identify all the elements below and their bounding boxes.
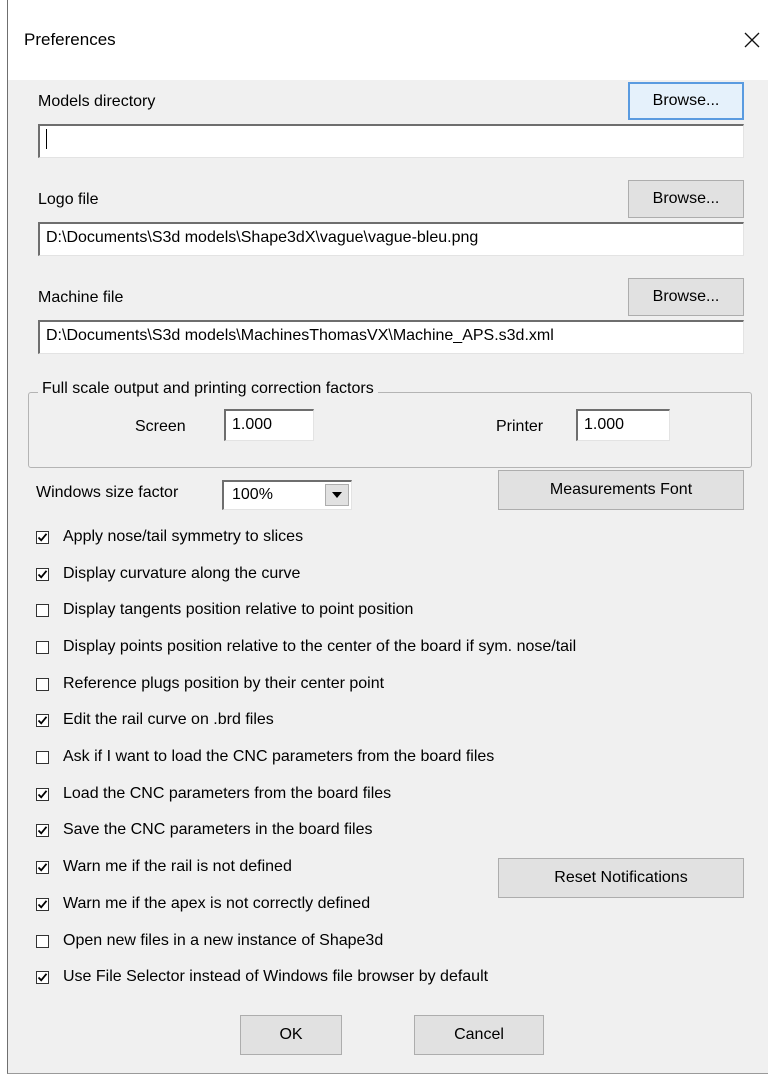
option-checkbox-row[interactable]: Warn me if the apex is not correctly def… <box>36 892 370 916</box>
option-label: Ask if I want to load the CNC parameters… <box>63 748 495 765</box>
models-browse-button[interactable]: Browse... <box>628 82 744 120</box>
windows-size-value: 100% <box>232 486 273 503</box>
option-checkbox-row[interactable]: Display curvature along the curve <box>36 562 300 586</box>
option-checkbox-row[interactable]: Reference plugs position by their center… <box>36 672 384 696</box>
screen-label: Screen <box>135 418 186 435</box>
checkbox[interactable] <box>36 713 49 727</box>
option-label: Reference plugs position by their center… <box>63 675 385 692</box>
option-label: Save the CNC parameters in the board fil… <box>63 821 373 838</box>
logo-file-input[interactable]: D:\Documents\S3d models\Shape3dX\vague\v… <box>38 222 744 256</box>
models-directory-input[interactable] <box>38 124 744 158</box>
close-button[interactable] <box>734 22 768 58</box>
checkmark-icon <box>37 899 48 909</box>
reset-notifications-button[interactable]: Reset Notifications <box>498 858 744 898</box>
checkmark-icon <box>37 825 48 835</box>
chevron-down-icon <box>332 492 342 498</box>
option-label: Warn me if the apex is not correctly def… <box>63 895 371 912</box>
checkmark-icon <box>37 569 48 579</box>
windows-size-select[interactable]: 100% <box>222 480 352 510</box>
option-label: Open new files in a new instance of Shap… <box>63 932 384 949</box>
option-label: Use File Selector instead of Windows fil… <box>63 968 489 985</box>
text-caret <box>46 128 47 149</box>
option-label: Edit the rail curve on .brd files <box>63 711 274 728</box>
close-icon <box>744 32 760 48</box>
option-checkbox-row[interactable]: Warn me if the rail is not defined <box>36 855 292 879</box>
option-checkbox-row[interactable]: Save the CNC parameters in the board fil… <box>36 818 372 842</box>
option-label: Display curvature along the curve <box>63 565 301 582</box>
logo-browse-button[interactable]: Browse... <box>628 180 744 218</box>
option-checkbox-row[interactable]: Display points position relative to the … <box>36 635 576 659</box>
option-checkbox-row[interactable]: Ask if I want to load the CNC parameters… <box>36 745 494 769</box>
checkbox[interactable] <box>36 897 49 911</box>
logo-file-value: D:\Documents\S3d models\Shape3dX\vague\v… <box>46 229 479 246</box>
checkmark-icon <box>37 862 48 872</box>
title-bar: Preferences <box>8 0 768 80</box>
checkmark-icon <box>37 532 48 542</box>
dropdown-arrow-button[interactable] <box>325 484 349 506</box>
option-checkbox-row[interactable]: Edit the rail curve on .brd files <box>36 708 274 732</box>
checkbox[interactable] <box>36 640 49 654</box>
checkmark-icon <box>37 715 48 725</box>
checkbox[interactable] <box>36 603 49 617</box>
measurements-font-button[interactable]: Measurements Font <box>498 470 744 510</box>
machine-file-input[interactable]: D:\Documents\S3d models\MachinesThomasVX… <box>38 320 744 354</box>
windows-size-label: Windows size factor <box>36 484 179 501</box>
printer-factor-input[interactable]: 1.000 <box>576 409 670 441</box>
checkmark-icon <box>37 972 48 982</box>
checkmark-icon <box>37 789 48 799</box>
dialog-title: Preferences <box>24 30 116 49</box>
logo-file-label: Logo file <box>38 191 99 208</box>
screen-factor-value: 1.000 <box>232 416 273 433</box>
option-label: Warn me if the rail is not defined <box>63 858 292 875</box>
checkbox[interactable] <box>36 823 49 837</box>
machine-file-label: Machine file <box>38 289 124 306</box>
option-label: Display points position relative to the … <box>63 638 577 655</box>
checkbox[interactable] <box>36 970 49 984</box>
option-checkbox-row[interactable]: Use File Selector instead of Windows fil… <box>36 965 488 989</box>
checkbox[interactable] <box>36 677 49 691</box>
models-directory-label: Models directory <box>38 93 156 110</box>
option-label: Load the CNC parameters from the board f… <box>63 785 392 802</box>
printer-factor-value: 1.000 <box>584 416 625 433</box>
printer-label: Printer <box>496 418 544 435</box>
ok-button[interactable]: OK <box>240 1015 342 1055</box>
option-checkbox-row[interactable]: Display tangents position relative to po… <box>36 598 413 622</box>
option-label: Apply nose/tail symmetry to slices <box>63 528 304 545</box>
machine-file-value: D:\Documents\S3d models\MachinesThomasVX… <box>46 327 554 344</box>
dialog-content: Models directory Browse... Logo file Bro… <box>8 80 768 1073</box>
checkbox[interactable] <box>36 934 49 948</box>
option-checkbox-row[interactable]: Load the CNC parameters from the board f… <box>36 782 391 806</box>
machine-browse-button[interactable]: Browse... <box>628 278 744 316</box>
correction-group-title: Full scale output and printing correctio… <box>38 380 378 398</box>
checkbox[interactable] <box>36 860 49 874</box>
checkbox[interactable] <box>36 530 49 544</box>
checkbox[interactable] <box>36 750 49 764</box>
screen-factor-input[interactable]: 1.000 <box>224 409 314 441</box>
option-checkbox-row[interactable]: Open new files in a new instance of Shap… <box>36 929 383 953</box>
option-label: Display tangents position relative to po… <box>63 601 414 618</box>
checkbox[interactable] <box>36 787 49 801</box>
checkbox[interactable] <box>36 567 49 581</box>
option-checkbox-row[interactable]: Apply nose/tail symmetry to slices <box>36 525 303 549</box>
cancel-button[interactable]: Cancel <box>414 1015 544 1055</box>
